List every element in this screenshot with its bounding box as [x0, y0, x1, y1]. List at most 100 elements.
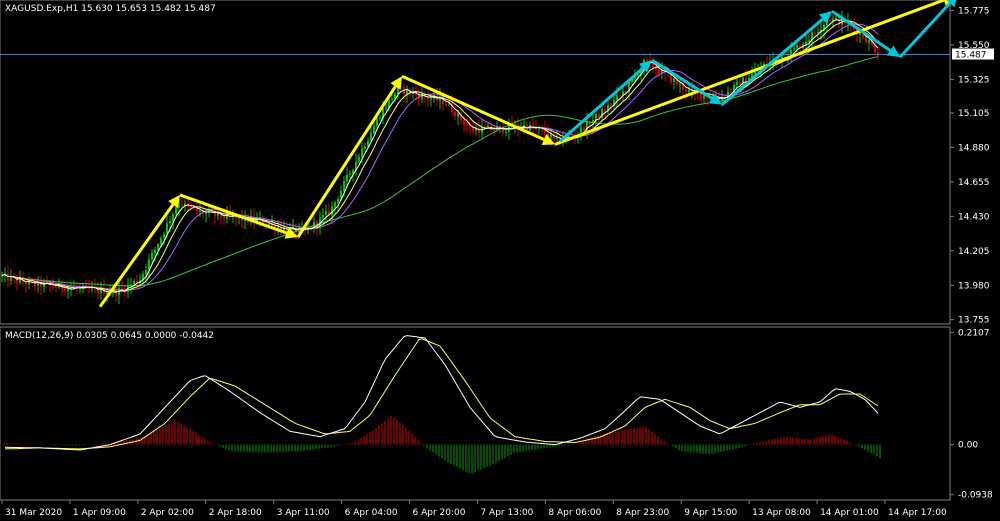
candle-body [736, 82, 738, 85]
time-tick-label: 2 Apr 18:00 [209, 508, 262, 518]
candle-body [376, 118, 378, 126]
candle-body [169, 221, 171, 224]
candle-body [199, 210, 201, 212]
candle-body [658, 69, 660, 74]
candle-body [454, 111, 456, 117]
macd-header: MACD(12,26,9) 0.0305 0.0645 0.0000 -0.04… [5, 331, 214, 341]
candle-body [466, 124, 468, 126]
candle-body [361, 148, 363, 157]
candle-body [655, 67, 657, 70]
candle-body [364, 146, 366, 149]
candle-body [325, 211, 327, 216]
time-tick-label: 14 Apr 01:00 [820, 508, 879, 518]
candle-body [334, 202, 336, 207]
candle-body [157, 244, 159, 250]
candle-body [463, 120, 465, 125]
candle-body [145, 270, 147, 275]
candle-body [181, 204, 183, 207]
candle-body [610, 104, 612, 106]
candle-body [130, 284, 132, 286]
candle-body [604, 108, 606, 111]
price-tick-label: 15.105 [958, 109, 990, 119]
candle-body [205, 212, 207, 214]
current-price-label: 15.487 [955, 51, 987, 61]
candle-body [685, 89, 687, 92]
candle-body [391, 98, 393, 100]
candle-body [163, 234, 165, 239]
candle-body [814, 32, 816, 34]
candle-body [358, 156, 360, 162]
macd-tick-label: -0.0938 [958, 491, 993, 501]
candle-body [793, 48, 795, 50]
price-tick-label: 14.880 [958, 143, 990, 153]
candle-body [568, 136, 570, 138]
candle-body [175, 207, 177, 215]
price-tick-label: 14.205 [958, 247, 990, 257]
candle-body [64, 288, 66, 292]
candle-body [172, 214, 174, 222]
candle-body [121, 288, 123, 290]
candle-body [223, 217, 225, 219]
candle-body [595, 113, 597, 120]
current-price-marker: 15.487 [952, 48, 994, 61]
price-tick-label: 14.430 [958, 212, 990, 222]
candle-body [796, 45, 798, 49]
candle-body [817, 31, 819, 33]
candle-body [322, 215, 324, 218]
candle-body [55, 286, 57, 288]
candle-body [865, 36, 867, 43]
price-tick-label: 15.325 [958, 75, 990, 85]
candle-body [487, 125, 489, 128]
candle-body [829, 20, 831, 22]
candle-body [616, 95, 618, 100]
time-tick-label: 9 Apr 15:00 [684, 508, 737, 518]
candle-body [673, 78, 675, 82]
time-tick-label: 31 Mar 2020 [5, 508, 62, 518]
candle-body [151, 252, 153, 260]
candle-body [385, 107, 387, 109]
candle-body [469, 125, 471, 128]
candle-body [7, 273, 9, 281]
candle-body [133, 281, 135, 285]
candle-body [835, 17, 837, 19]
candle-body [472, 127, 474, 131]
price-header: XAGUSD.Exp,H1 15.630 15.653 15.482 15.48… [5, 4, 216, 14]
time-tick-label: 2 Apr 02:00 [141, 508, 194, 518]
time-tick-label: 6 Apr 20:00 [413, 508, 466, 518]
time-tick-label: 3 Apr 11:00 [277, 508, 330, 518]
candle-body [346, 174, 348, 182]
price-tick-label: 13.755 [958, 316, 990, 326]
candle-body [493, 130, 495, 132]
candle-body [583, 127, 585, 132]
price-tick-label: 13.980 [958, 281, 990, 291]
candle-body [430, 98, 432, 100]
time-tick-label: 8 Apr 23:00 [616, 508, 669, 518]
candle-body [52, 285, 54, 287]
candle-body [457, 112, 459, 117]
candle-body [868, 40, 870, 43]
candle-body [445, 103, 447, 105]
time-tick-label: 1 Apr 09:00 [73, 508, 126, 518]
candle-body [637, 75, 639, 77]
candle-body [370, 133, 372, 141]
time-tick-label: 8 Apr 06:00 [548, 508, 601, 518]
time-tick-label: 7 Apr 13:00 [480, 508, 533, 518]
candle-body [343, 181, 345, 191]
candle-body [598, 113, 600, 118]
candle-body [505, 131, 507, 133]
candle-body [550, 134, 552, 138]
candle-body [646, 59, 648, 61]
candle-body [730, 91, 732, 93]
xagusd-chart[interactable]: XAGUSD.Exp,H1 15.630 15.653 15.482 15.48… [0, 0, 1000, 521]
macd-tick-label: 0.00 [958, 441, 978, 451]
candle-body [703, 95, 705, 99]
candle-body [337, 198, 339, 203]
candle-body [367, 140, 369, 147]
candle-body [808, 40, 810, 42]
candle-body [268, 223, 270, 225]
candle-body [166, 223, 168, 235]
candle-body [25, 282, 27, 285]
candle-body [406, 89, 408, 95]
candle-body [688, 89, 690, 92]
candle-body [160, 238, 162, 245]
